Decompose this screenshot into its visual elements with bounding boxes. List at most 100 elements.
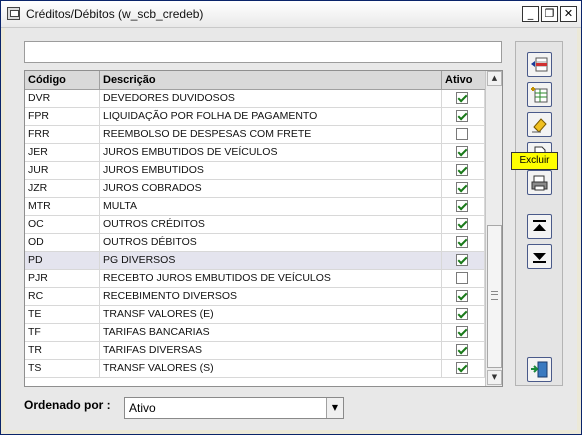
table-row[interactable]: OC OUTROS CRÉDITOS bbox=[25, 216, 485, 234]
cell-code[interactable]: MTR bbox=[25, 198, 100, 215]
exit-button[interactable] bbox=[527, 357, 552, 382]
move-down-button[interactable] bbox=[527, 244, 552, 269]
cell-code[interactable]: FPR bbox=[25, 108, 100, 125]
table-row[interactable]: PJR RECEBTO JUROS EMBUTIDOS DE VEÍCULOS bbox=[25, 270, 485, 288]
cell-description[interactable]: TRANSF VALORES (E) bbox=[100, 306, 442, 323]
restore-button[interactable]: ❐ bbox=[541, 6, 558, 22]
cell-active bbox=[442, 198, 485, 215]
active-checkbox[interactable] bbox=[456, 182, 468, 194]
cell-description[interactable]: RECEBIMENTO DIVERSOS bbox=[100, 288, 442, 305]
print-button[interactable] bbox=[527, 170, 552, 195]
app-window: Créditos/Débitos (w_scb_credeb) _ ❐ ✕ Có… bbox=[0, 0, 582, 435]
cell-code[interactable]: JUR bbox=[25, 162, 100, 179]
cell-description[interactable]: TARIFAS DIVERSAS bbox=[100, 342, 442, 359]
cell-code[interactable]: FRR bbox=[25, 126, 100, 143]
scroll-up-button[interactable]: ▲ bbox=[487, 71, 502, 86]
cell-description[interactable]: JUROS COBRADOS bbox=[100, 180, 442, 197]
cell-code[interactable]: RC bbox=[25, 288, 100, 305]
cell-description[interactable]: DEVEDORES DUVIDOSOS bbox=[100, 90, 442, 107]
cell-code[interactable]: JER bbox=[25, 144, 100, 161]
cell-code[interactable]: OD bbox=[25, 234, 100, 251]
tooltip: Excluir bbox=[511, 152, 558, 170]
active-checkbox[interactable] bbox=[456, 308, 468, 320]
cell-description[interactable]: TARIFAS BANCARIAS bbox=[100, 324, 442, 341]
table-row[interactable]: DVR DEVEDORES DUVIDOSOS bbox=[25, 90, 485, 108]
cell-active bbox=[442, 270, 485, 287]
insert-row-button[interactable] bbox=[527, 52, 552, 77]
cell-description[interactable]: JUROS EMBUTIDOS DE VEÍCULOS bbox=[100, 144, 442, 161]
close-button[interactable]: ✕ bbox=[560, 6, 577, 22]
table-row[interactable]: MTR MULTA bbox=[25, 198, 485, 216]
scroll-thumb[interactable] bbox=[487, 225, 502, 368]
table-row[interactable]: JER JUROS EMBUTIDOS DE VEÍCULOS bbox=[25, 144, 485, 162]
order-by-select[interactable]: Ativo ▼ bbox=[124, 397, 344, 419]
cell-description[interactable]: RECEBTO JUROS EMBUTIDOS DE VEÍCULOS bbox=[100, 270, 442, 287]
cell-code[interactable]: TE bbox=[25, 306, 100, 323]
cell-code[interactable]: TS bbox=[25, 360, 100, 377]
table-row[interactable]: PD PG DIVERSOS bbox=[25, 252, 485, 270]
cell-active bbox=[442, 144, 485, 161]
table-row[interactable]: RC RECEBIMENTO DIVERSOS bbox=[25, 288, 485, 306]
active-checkbox[interactable] bbox=[456, 110, 468, 122]
cell-active bbox=[442, 252, 485, 269]
cell-description[interactable]: OUTROS CRÉDITOS bbox=[100, 216, 442, 233]
cell-description[interactable]: MULTA bbox=[100, 198, 442, 215]
active-checkbox[interactable] bbox=[456, 362, 468, 374]
column-header-code[interactable]: Código bbox=[25, 71, 100, 89]
active-checkbox[interactable] bbox=[456, 218, 468, 230]
table-row[interactable]: OD OUTROS DÉBITOS bbox=[25, 234, 485, 252]
order-by-value: Ativo bbox=[129, 401, 156, 415]
delete-button[interactable] bbox=[527, 112, 552, 137]
active-checkbox[interactable] bbox=[456, 92, 468, 104]
cell-code[interactable]: DVR bbox=[25, 90, 100, 107]
scroll-down-button[interactable]: ▼ bbox=[487, 370, 502, 385]
table-row[interactable]: JUR JUROS EMBUTIDOS bbox=[25, 162, 485, 180]
order-by-label: Ordenado por : bbox=[24, 398, 111, 412]
filter-input[interactable] bbox=[24, 41, 502, 63]
table-row[interactable]: JZR JUROS COBRADOS bbox=[25, 180, 485, 198]
table-row[interactable]: TR TARIFAS DIVERSAS bbox=[25, 342, 485, 360]
active-checkbox[interactable] bbox=[456, 146, 468, 158]
cell-code[interactable]: TR bbox=[25, 342, 100, 359]
table-row[interactable]: FRR REEMBOLSO DE DESPESAS COM FRETE bbox=[25, 126, 485, 144]
cell-description[interactable]: PG DIVERSOS bbox=[100, 252, 442, 269]
cell-description[interactable]: TRANSF VALORES (S) bbox=[100, 360, 442, 377]
active-checkbox[interactable] bbox=[456, 254, 468, 266]
cell-description[interactable]: REEMBOLSO DE DESPESAS COM FRETE bbox=[100, 126, 442, 143]
cell-code[interactable]: PD bbox=[25, 252, 100, 269]
cell-description[interactable]: LIQUIDAÇÃO POR FOLHA DE PAGAMENTO bbox=[100, 108, 442, 125]
cell-code[interactable]: TF bbox=[25, 324, 100, 341]
active-checkbox[interactable] bbox=[456, 200, 468, 212]
active-checkbox[interactable] bbox=[456, 236, 468, 248]
exit-door-icon bbox=[531, 361, 548, 378]
table-row[interactable]: TE TRANSF VALORES (E) bbox=[25, 306, 485, 324]
active-checkbox[interactable] bbox=[456, 344, 468, 356]
cell-active bbox=[442, 90, 485, 107]
active-checkbox[interactable] bbox=[456, 290, 468, 302]
cell-description[interactable]: JUROS EMBUTIDOS bbox=[100, 162, 442, 179]
active-checkbox[interactable] bbox=[456, 326, 468, 338]
active-checkbox[interactable] bbox=[456, 272, 468, 284]
cell-active bbox=[442, 288, 485, 305]
column-header-active[interactable]: Ativo bbox=[442, 71, 485, 89]
chevron-down-icon[interactable]: ▼ bbox=[326, 398, 343, 418]
cell-code[interactable]: PJR bbox=[25, 270, 100, 287]
move-top-button[interactable] bbox=[527, 214, 552, 239]
move-down-icon bbox=[533, 253, 546, 263]
active-checkbox[interactable] bbox=[456, 164, 468, 176]
cell-active bbox=[442, 360, 485, 377]
table-row[interactable]: TF TARIFAS BANCARIAS bbox=[25, 324, 485, 342]
cell-active bbox=[442, 108, 485, 125]
minimize-button[interactable]: _ bbox=[522, 6, 539, 22]
column-header-description[interactable]: Descrição bbox=[100, 71, 442, 89]
title-bar[interactable]: Créditos/Débitos (w_scb_credeb) _ ❐ ✕ bbox=[1, 1, 581, 28]
cell-code[interactable]: JZR bbox=[25, 180, 100, 197]
cell-code[interactable]: OC bbox=[25, 216, 100, 233]
active-checkbox[interactable] bbox=[456, 128, 468, 140]
cell-description[interactable]: OUTROS DÉBITOS bbox=[100, 234, 442, 251]
table-row[interactable]: TS TRANSF VALORES (S) bbox=[25, 360, 485, 378]
table-row[interactable]: FPR LIQUIDAÇÃO POR FOLHA DE PAGAMENTO bbox=[25, 108, 485, 126]
print-icon bbox=[531, 175, 548, 191]
add-record-button[interactable] bbox=[527, 82, 552, 107]
vertical-scrollbar[interactable]: ▲ ▼ bbox=[485, 71, 502, 386]
